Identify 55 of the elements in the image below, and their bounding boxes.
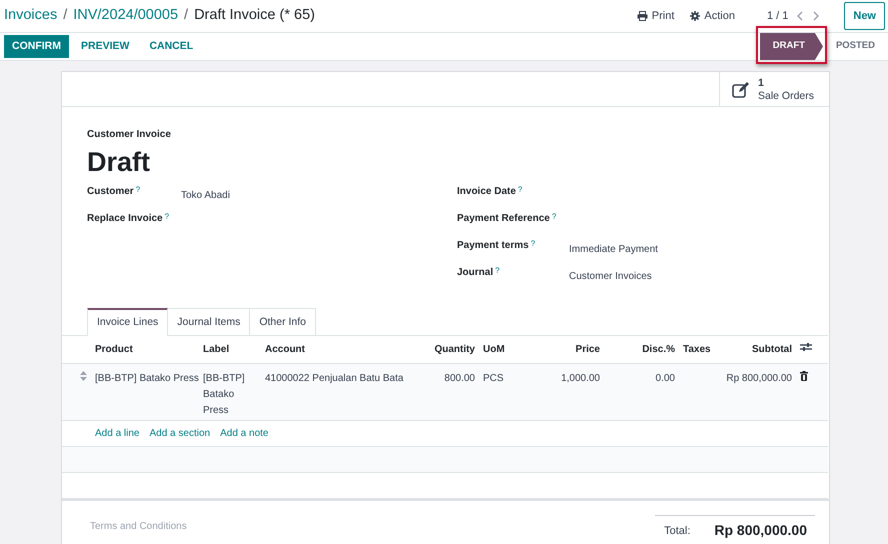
field-value[interactable]: Customer Invoices: [569, 265, 652, 284]
new-button[interactable]: New: [844, 2, 885, 30]
page-title: Draft Invoice (* 65): [194, 6, 315, 26]
add-link[interactable]: Add a section: [149, 428, 210, 440]
breadcrumb-separator: /: [63, 6, 68, 26]
action-button[interactable]: Action: [690, 8, 735, 24]
trash-icon[interactable]: [800, 371, 808, 382]
total-label: Total:: [664, 524, 690, 539]
document-title: Draft: [87, 146, 152, 178]
help-tooltip[interactable]: ?: [530, 238, 536, 254]
tab[interactable]: Other Info: [249, 308, 316, 336]
field-label: Invoice Date: [457, 185, 516, 200]
print-button[interactable]: Print: [636, 8, 674, 24]
printer-icon: [636, 11, 648, 21]
status-step[interactable]: POSTED: [822, 33, 888, 60]
breadcrumb-link[interactable]: Invoices: [4, 5, 58, 27]
help-tooltip[interactable]: ?: [495, 265, 500, 280]
tab[interactable]: Invoice Lines: [87, 308, 168, 336]
table-cell: 1,000.00: [561, 373, 600, 384]
field-label: Payment terms: [457, 239, 529, 254]
table-cell: 800.00: [444, 373, 475, 384]
help-tooltip[interactable]: ?: [518, 184, 522, 200]
field-label: Replace Invoice: [87, 212, 163, 226]
drag-handle-icon[interactable]: [80, 371, 87, 382]
action-button[interactable]: PREVIEW: [73, 34, 138, 58]
breadcrumb-link[interactable]: INV/2024/00005: [73, 5, 178, 27]
help-tooltip[interactable]: ?: [164, 211, 170, 226]
document-type: Customer Invoice: [87, 128, 172, 142]
field-label: Journal: [457, 266, 494, 280]
table-cell: PCS: [483, 373, 504, 384]
action-button[interactable]: CANCEL: [141, 34, 202, 58]
add-link[interactable]: Add a note: [220, 428, 268, 440]
previous-button[interactable]: [796, 11, 804, 21]
field-value[interactable]: Immediate Payment: [569, 238, 658, 258]
table-cell: 41000022 Penjualan Batu Bata: [265, 373, 404, 384]
add-link[interactable]: Add a line: [95, 428, 140, 440]
table-cell: 0.00: [656, 373, 675, 384]
field-value[interactable]: Toko Abadi: [181, 184, 230, 204]
field-label: Payment Reference: [457, 212, 550, 226]
pager-value: 1 / 1: [766, 8, 788, 24]
field-label: Customer: [87, 185, 134, 200]
status-step[interactable]: DRAFT: [760, 33, 823, 60]
table-cell: [BB-BTP] Batako Press: [95, 373, 199, 384]
breadcrumb-separator: /: [184, 6, 188, 26]
next-button[interactable]: [812, 11, 820, 21]
gear-icon: [690, 11, 700, 21]
terms-field[interactable]: Terms and Conditions: [90, 519, 187, 534]
help-tooltip[interactable]: ?: [136, 184, 140, 200]
help-tooltip[interactable]: ?: [552, 211, 556, 226]
total-value: Rp 800,000.00: [714, 521, 807, 540]
edit-icon: [732, 82, 750, 98]
table-cell-text: [BB-BTP] Batako Press: [203, 372, 246, 418]
action-button[interactable]: CONFIRM: [4, 34, 69, 58]
column-settings-icon[interactable]: [800, 342, 812, 352]
table-cell: Rp 800,000.00: [726, 373, 792, 384]
